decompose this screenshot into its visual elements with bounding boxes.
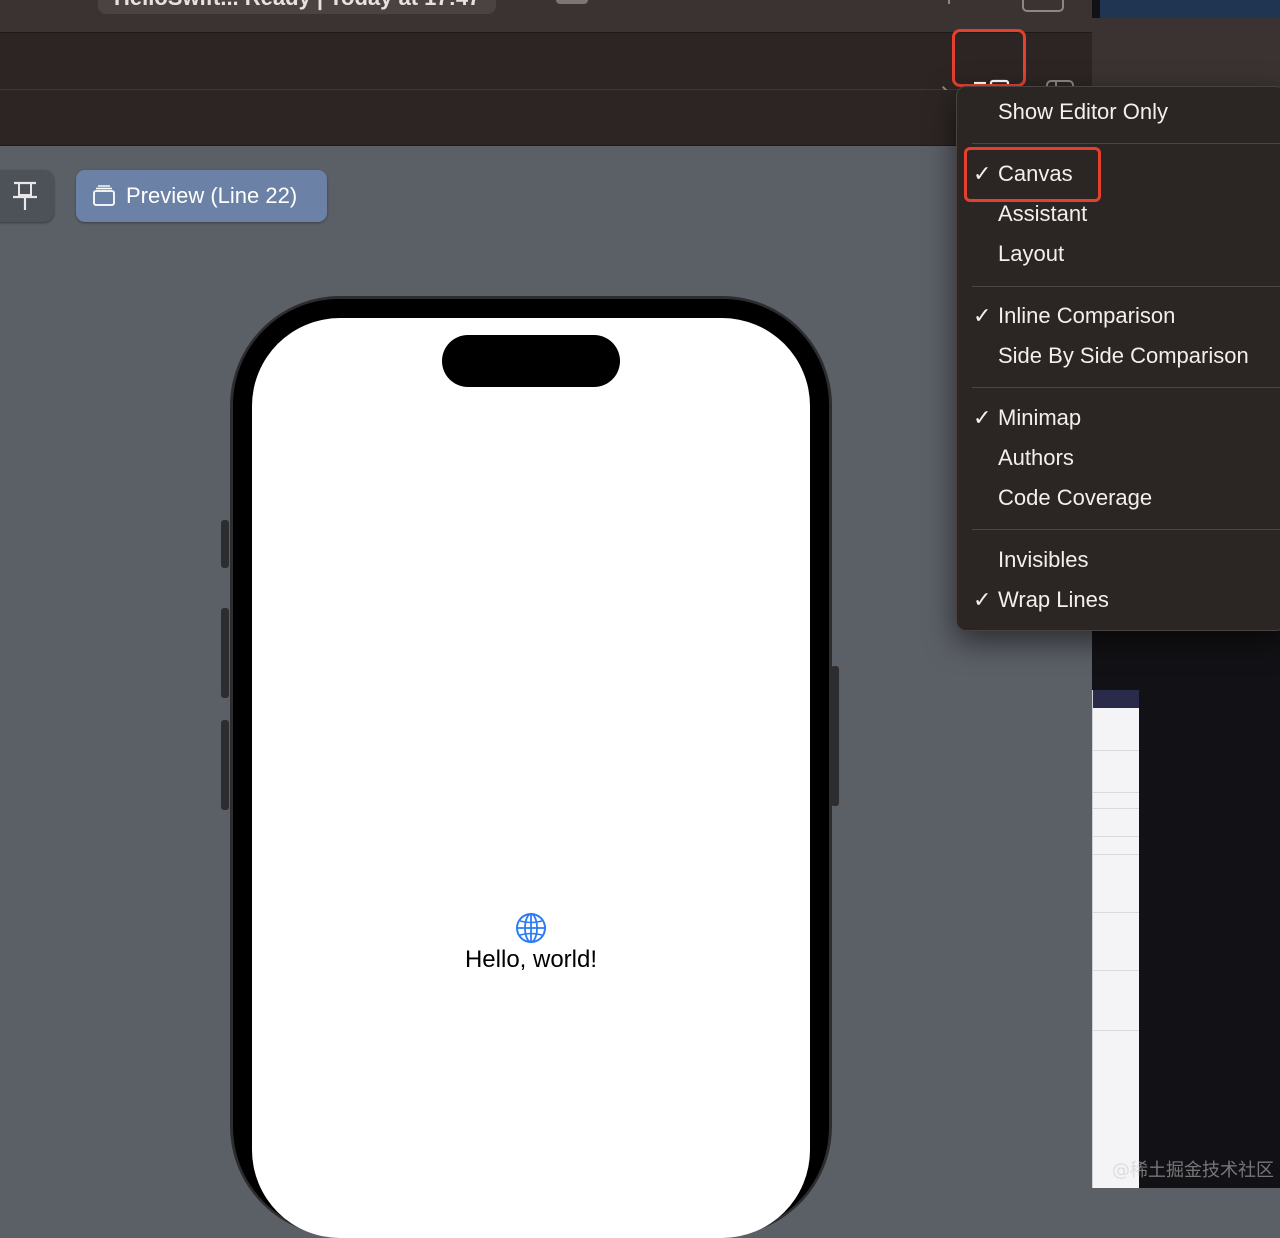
- pin-icon: [13, 181, 37, 210]
- menu-item-inline-comparison[interactable]: ✓ Inline Comparison: [957, 296, 1280, 336]
- menu-item-code-coverage[interactable]: Code Coverage: [957, 478, 1280, 518]
- menu-item-label: Wrap Lines: [998, 587, 1109, 612]
- menu-item-label: Invisibles: [998, 547, 1089, 572]
- background-document-line: [1093, 1030, 1139, 1031]
- menu-item-side-by-side-comparison[interactable]: Side By Side Comparison: [957, 336, 1280, 376]
- checkmark-icon: ✓: [973, 405, 992, 430]
- phone-action-button: [221, 520, 229, 568]
- window-title: HelloSwift... Ready | Today at 17:47: [98, 0, 497, 14]
- background-window-toolbar: [1092, 18, 1280, 90]
- menu-item-layout[interactable]: Layout: [957, 234, 1280, 274]
- checkmark-icon: ✓: [973, 587, 992, 612]
- editor-toolbar: ⇄ +: [0, 33, 1092, 111]
- background-document-line: [1093, 808, 1139, 809]
- jump-bar: [0, 90, 1092, 146]
- menu-item-minimap[interactable]: ✓ Minimap: [957, 398, 1280, 438]
- menu-item-show-editor-only[interactable]: Show Editor Only: [957, 92, 1280, 132]
- menu-item-authors[interactable]: Authors: [957, 438, 1280, 478]
- library-icon[interactable]: [1022, 0, 1064, 12]
- menu-separator: [972, 286, 1280, 287]
- background-document-line: [1093, 854, 1139, 855]
- menu-separator: [972, 529, 1280, 530]
- background-document-header: [1093, 690, 1139, 708]
- background-document-line: [1093, 750, 1139, 751]
- menu-item-label: Show Editor Only: [998, 99, 1168, 124]
- pin-preview-button[interactable]: [0, 170, 54, 222]
- menu-item-label: Minimap: [998, 405, 1082, 430]
- menu-separator: [972, 143, 1280, 144]
- menu-item-label: Authors: [998, 445, 1074, 470]
- globe-icon: [516, 913, 546, 943]
- watermark-text: @稀土掘金技术社区: [1112, 1160, 1274, 1181]
- dynamic-island: [442, 335, 620, 387]
- device-frame: Hello, world!: [230, 296, 832, 1238]
- menu-item-label: Inline Comparison: [998, 303, 1176, 328]
- menu-item-label: Side By Side Comparison: [998, 343, 1249, 368]
- window-titlebar: HelloSwift... Ready | Today at 17:47: [0, 0, 1092, 33]
- preview-label: Preview (Line 22): [126, 183, 298, 208]
- phone-power-button: [831, 666, 839, 806]
- menu-separator: [972, 387, 1280, 388]
- background-window-strip: [1100, 0, 1280, 18]
- preview-window-icon: [93, 185, 115, 206]
- checkmark-icon: ✓: [973, 303, 992, 328]
- device-screen[interactable]: Hello, world!: [252, 318, 810, 1238]
- editor-options-highlight: [952, 29, 1026, 87]
- canvas-highlight: [964, 147, 1101, 202]
- background-document-line: [1093, 970, 1139, 971]
- title-badge: [556, 0, 588, 4]
- menu-item-label: Layout: [998, 241, 1065, 266]
- menu-item-wrap-lines[interactable]: ✓ Wrap Lines: [957, 580, 1280, 620]
- phone-volume-up-button: [221, 608, 229, 698]
- background-document: [1092, 690, 1139, 1188]
- background-document-line: [1093, 912, 1139, 913]
- menu-item-label: Code Coverage: [998, 485, 1153, 510]
- menu-item-invisibles[interactable]: Invisibles: [957, 540, 1280, 580]
- background-document-line: [1093, 792, 1139, 793]
- title-divider: [948, 0, 950, 4]
- preview-button[interactable]: Preview (Line 22): [76, 170, 327, 222]
- background-document-line: [1093, 836, 1139, 837]
- hello-world-text: Hello, world!: [464, 946, 598, 973]
- phone-volume-down-button: [221, 720, 229, 810]
